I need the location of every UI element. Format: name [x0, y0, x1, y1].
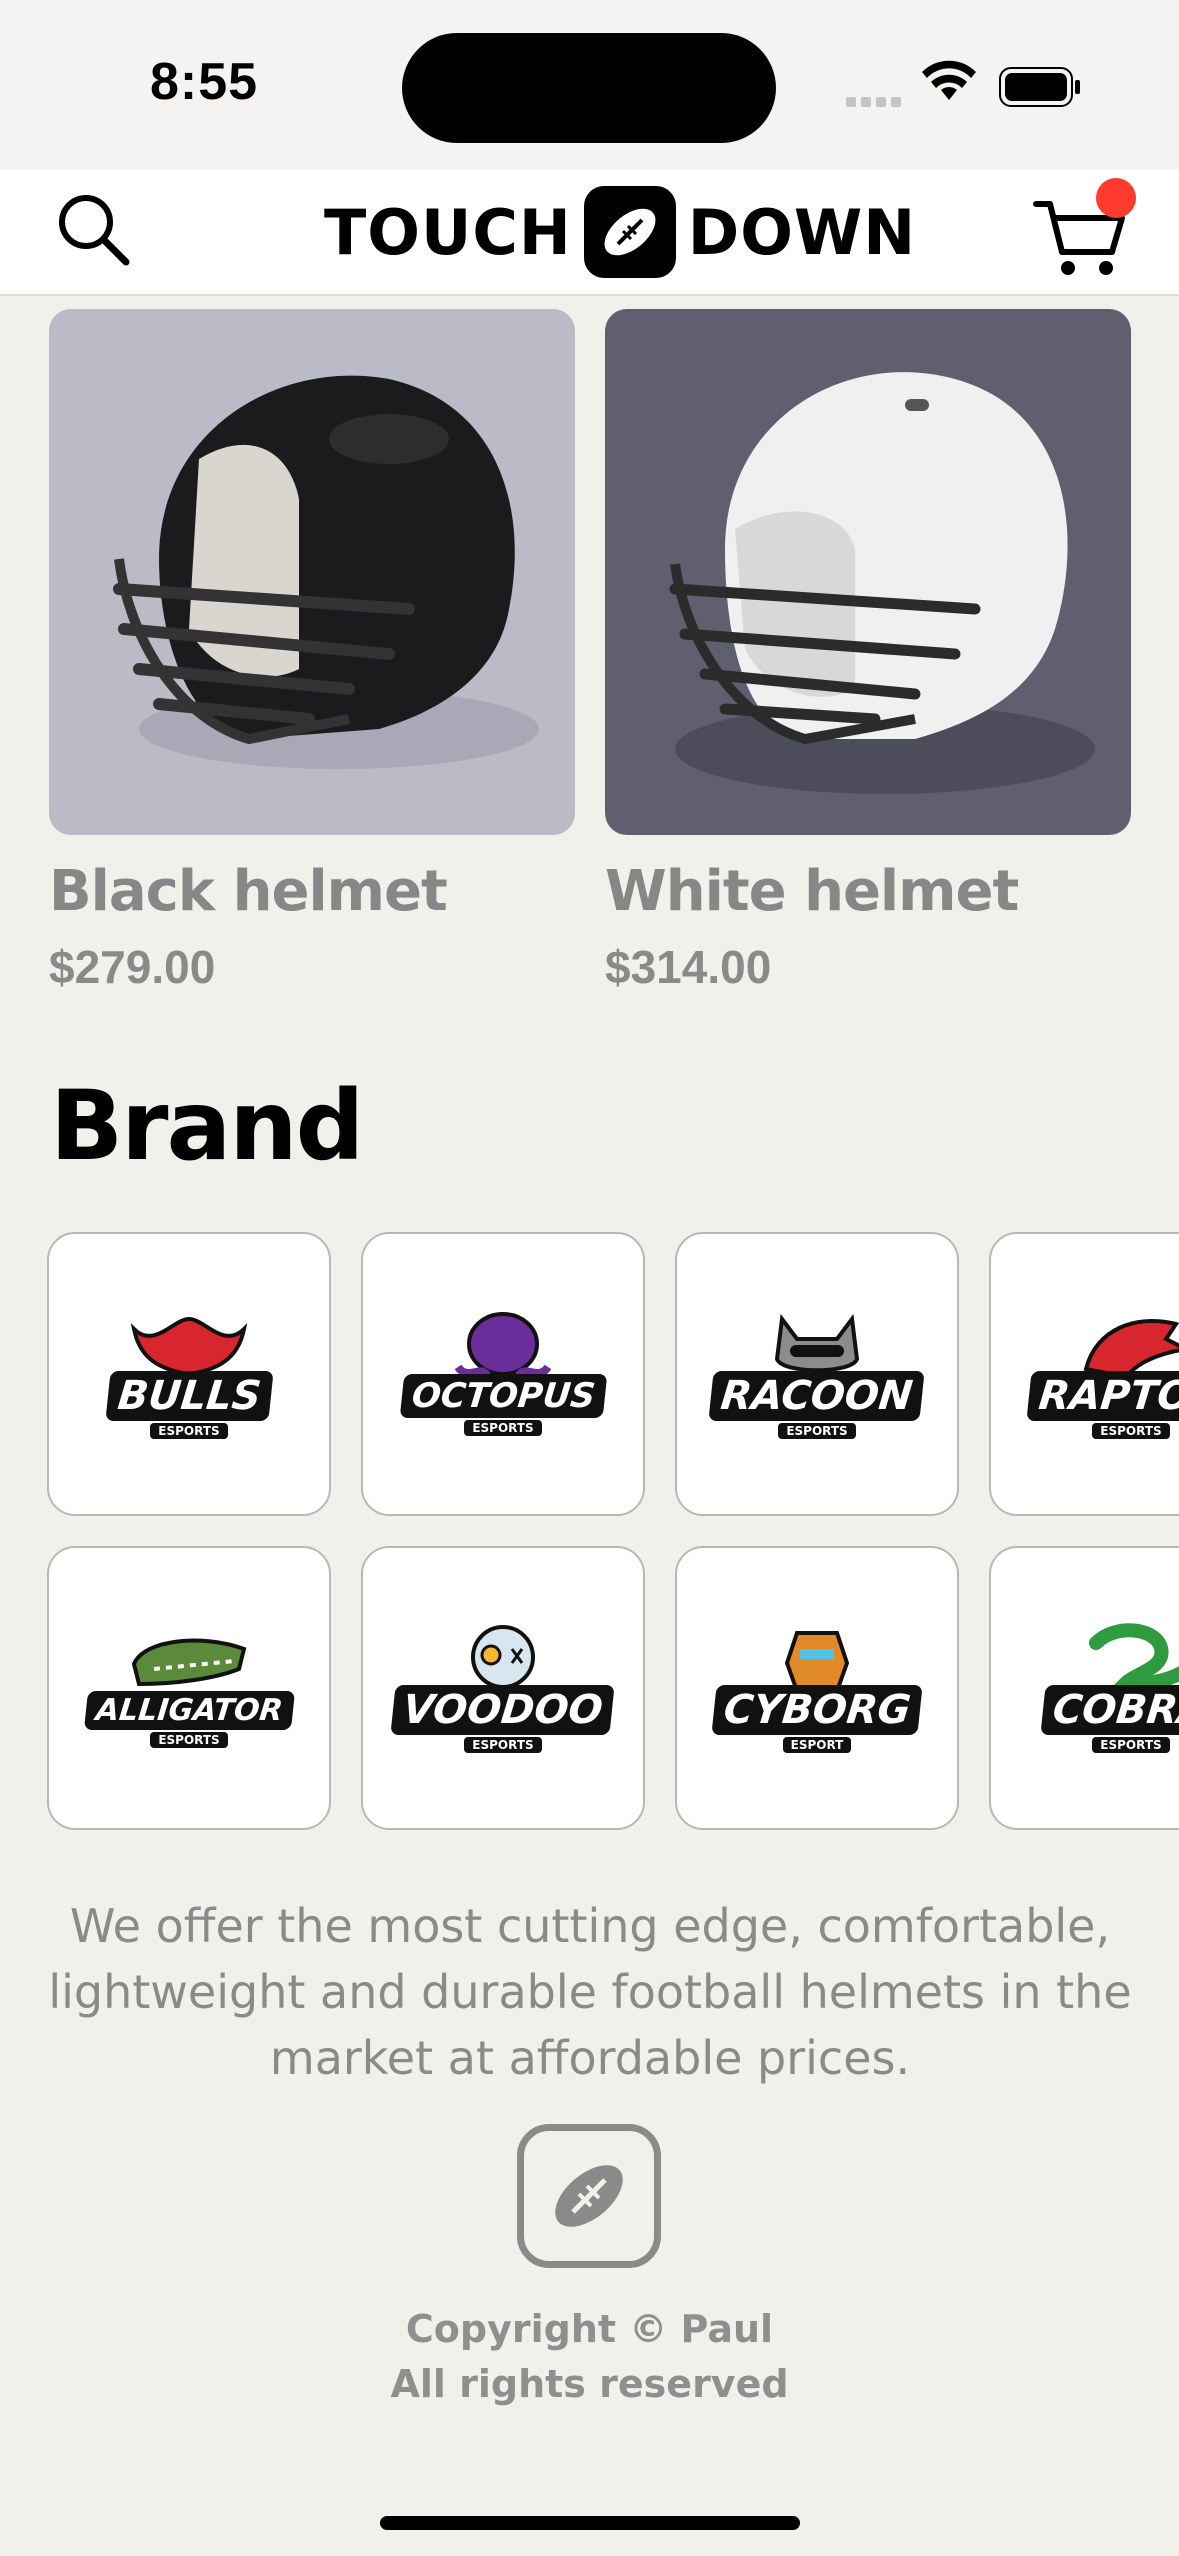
wifi-icon	[922, 60, 976, 100]
brand-logo: BULLS ESPORTS	[104, 1309, 274, 1439]
brand-name: OCTOPUS	[399, 1374, 607, 1418]
bull-icon	[130, 1316, 248, 1377]
top-navigation-bar: TOUCH DOWN	[0, 170, 1179, 296]
brand-card-cyborg[interactable]: CYBORG ESPORT	[675, 1546, 959, 1830]
cobra-icon	[1088, 1623, 1179, 1691]
brand-grid: BULLS ESPORTS OCTOPUS ESPORTS RACOON ESP…	[47, 1232, 1179, 1838]
status-time: 8:55	[150, 53, 259, 111]
copyright-line: Copyright © Paul	[405, 2307, 774, 2351]
brand-name: CYBORG	[711, 1685, 923, 1735]
brand-logo: CYBORG ESPORT	[711, 1623, 923, 1753]
alligator-icon	[131, 1638, 247, 1686]
brand-logo: VOODOO ESPORTS	[390, 1623, 616, 1753]
voodoo-doll-icon	[470, 1625, 535, 1689]
product-image[interactable]	[49, 309, 575, 835]
brand-sub: ESPORTS	[778, 1423, 856, 1439]
cyborg-icon	[784, 1631, 850, 1693]
cellular-signal-icon	[846, 94, 906, 112]
rights-line: All rights reserved	[390, 2362, 789, 2406]
brand-sub: ESPORTS	[150, 1423, 228, 1439]
brand-name: BULLS	[104, 1371, 274, 1421]
brand-card-alligator[interactable]: ALLIGATOR ESPORTS	[47, 1546, 331, 1830]
product-card[interactable]: White helmet $314.00	[605, 309, 1131, 994]
brand-sub: ESPORTS	[1092, 1423, 1170, 1439]
brand-sub: ESPORTS	[150, 1731, 228, 1748]
octopus-icon	[454, 1312, 552, 1380]
brand-card-bulls[interactable]: BULLS ESPORTS	[47, 1232, 331, 1516]
product-name[interactable]: White helmet	[605, 859, 1131, 924]
brand-name: RACOON	[708, 1371, 926, 1421]
raptor-icon	[1083, 1319, 1179, 1379]
brand-logo: COBRA ESPORTS	[1040, 1623, 1179, 1753]
brand-name: VOODOO	[390, 1685, 616, 1735]
product-image[interactable]	[605, 309, 1131, 835]
brand-logo: OCTOPUS ESPORTS	[399, 1312, 607, 1436]
about-text: We offer the most cutting edge, comforta…	[48, 1899, 1132, 2085]
brand-sub: ESPORTS	[464, 1420, 542, 1436]
football-icon	[583, 186, 676, 278]
section-title-brand: Brand	[50, 1070, 364, 1182]
product-price: $314.00	[605, 941, 772, 993]
status-bar: 8:55	[0, 0, 1179, 170]
search-icon[interactable]	[52, 188, 136, 272]
brand-name: COBRA	[1040, 1685, 1179, 1735]
brand-logo: RAPTOR ESPORTS	[1026, 1309, 1179, 1439]
brand-logo: ALLIGATOR ESPORTS	[83, 1629, 295, 1748]
product-price: $279.00	[49, 941, 216, 993]
logo-word-left: TOUCH	[324, 195, 572, 269]
battery-icon	[999, 67, 1080, 107]
brand-logo: RACOON ESPORTS	[708, 1309, 926, 1439]
logo-word-right: DOWN	[687, 195, 917, 269]
brand-card-raptor[interactable]: RAPTOR ESPORTS	[989, 1232, 1179, 1516]
brand-card-racoon[interactable]: RACOON ESPORTS	[675, 1232, 959, 1516]
brand-name: RAPTOR	[1026, 1371, 1179, 1421]
copyright: Copyright © Paul All rights reserved	[0, 2302, 1179, 2412]
cart-badge	[1096, 178, 1136, 218]
brand-sub: ESPORT	[782, 1737, 852, 1753]
brand-card-octopus[interactable]: OCTOPUS ESPORTS	[361, 1232, 645, 1516]
home-indicator[interactable]	[380, 2516, 800, 2530]
brand-sub: ESPORTS	[1092, 1737, 1170, 1753]
racoon-icon	[774, 1313, 860, 1373]
brand-card-voodoo[interactable]: VOODOO ESPORTS	[361, 1546, 645, 1830]
product-name[interactable]: Black helmet	[49, 859, 575, 924]
football-icon	[517, 2124, 661, 2268]
dynamic-island	[402, 33, 776, 143]
product-card[interactable]: Black helmet $279.00	[49, 309, 575, 994]
brand-name: ALLIGATOR	[83, 1690, 295, 1730]
brand-sub: ESPORTS	[464, 1737, 542, 1753]
app-logo[interactable]: TOUCH DOWN	[324, 180, 916, 284]
brand-card-cobra[interactable]: COBRA ESPORTS	[989, 1546, 1179, 1830]
